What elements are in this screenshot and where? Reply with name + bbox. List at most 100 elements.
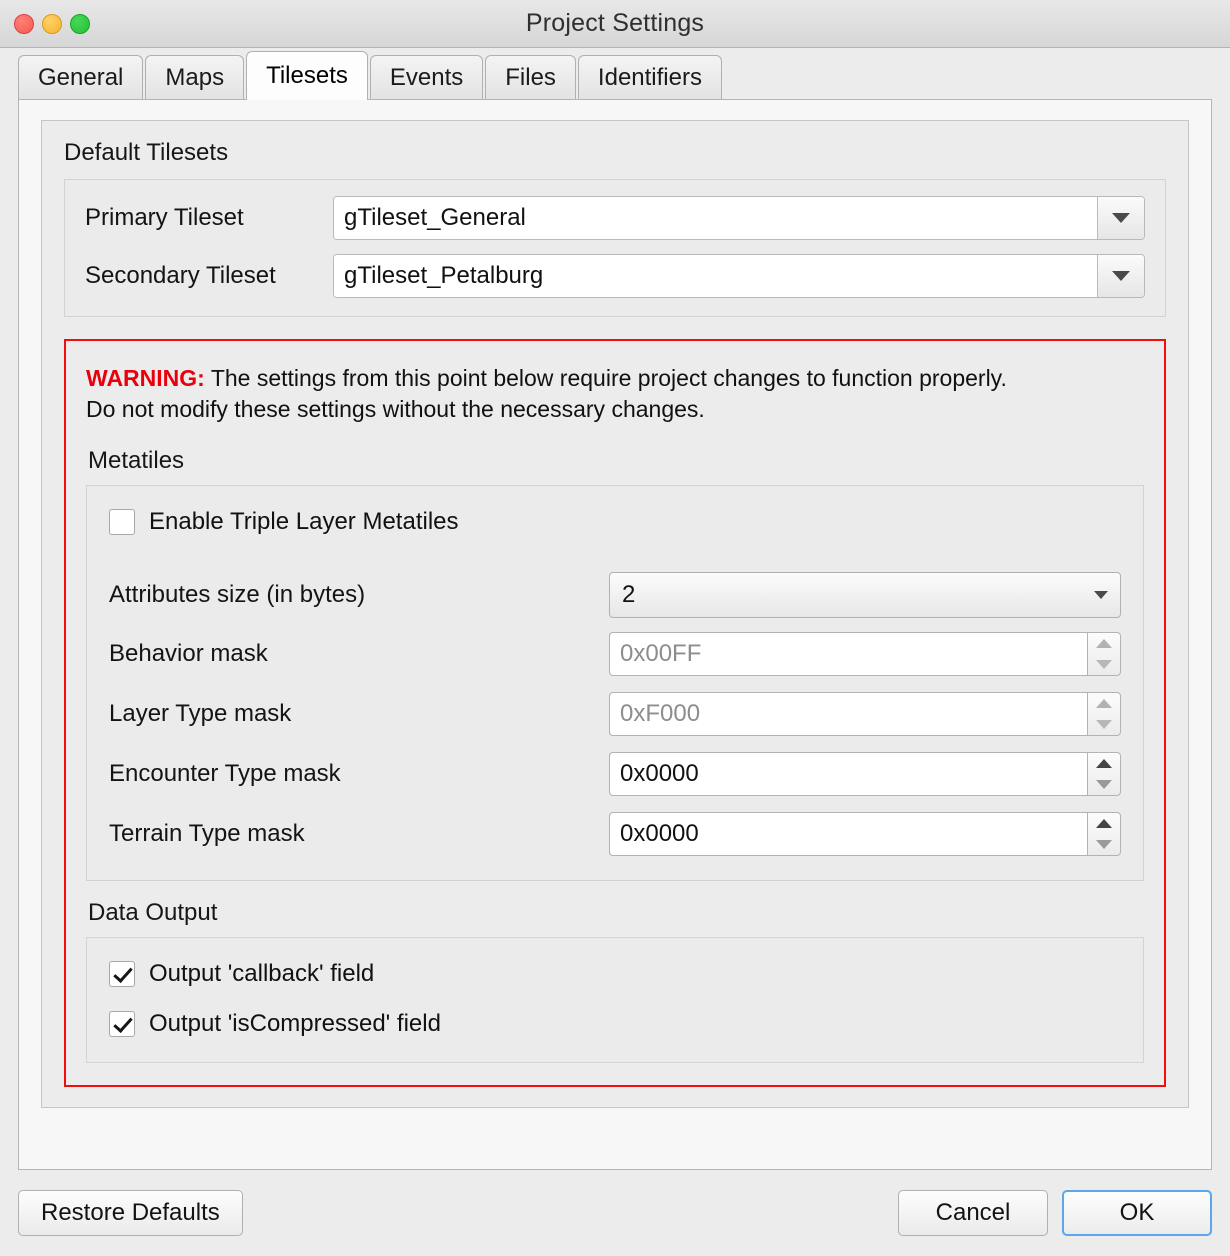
layer-type-mask-stepper[interactable] [1087,691,1121,736]
tab-bar: General Maps Tilesets Events Files Ident… [0,48,1230,100]
metatiles-group: Enable Triple Layer Metatiles Attributes… [86,484,1144,881]
terrain-type-mask-value[interactable]: 0x0000 [609,811,1087,856]
primary-tileset-combobox[interactable]: gTileset_General [333,196,1145,240]
tab-events-label: Events [389,63,464,91]
encounter-type-mask-value[interactable]: 0x0000 [609,751,1087,796]
triangle-down-icon [1096,839,1112,849]
tab-general[interactable]: General [18,55,144,99]
attributes-size-label: Attributes size (in bytes) [109,580,366,608]
layer-type-mask-label: Layer Type mask [109,699,292,727]
cancel-button[interactable]: Cancel [898,1190,1048,1236]
attributes-size-combobox[interactable]: 2 [609,571,1121,618]
chevron-down-icon [1112,213,1130,223]
stepper-down-button[interactable] [1088,774,1120,795]
terrain-type-mask-spinbox[interactable]: 0x0000 [609,811,1121,856]
ok-button[interactable]: OK [1062,1190,1212,1236]
default-tilesets-group: Default Tilesets Primary Tileset gTilese… [41,120,1189,1108]
triangle-up-icon [1096,638,1112,648]
tab-files[interactable]: Files [485,55,576,99]
stepper-up-button[interactable] [1088,693,1120,714]
secondary-tileset-row: Secondary Tileset gTileset_Petalburg [85,254,1145,298]
terrain-type-mask-stepper[interactable] [1087,811,1121,856]
behavior-mask-stepper[interactable] [1087,631,1121,676]
warning-message: WARNING: The settings from this point be… [86,363,1144,425]
data-output-group: Output 'callback' field Output 'isCompre… [86,936,1144,1063]
behavior-mask-value[interactable]: 0x00FF [609,631,1087,676]
triangle-down-icon [1096,659,1112,669]
tab-general-label: General [38,63,124,91]
data-output-section-title: Data Output [88,898,218,926]
chevron-down-icon [1094,590,1108,599]
title-bar: Project Settings [0,0,1230,48]
metatiles-section-title: Metatiles [88,446,185,474]
window-controls [14,13,90,34]
default-tilesets-title: Default Tilesets [64,139,229,166]
stepper-up-button[interactable] [1088,753,1120,774]
layer-type-mask-spinbox[interactable]: 0xF000 [609,691,1121,736]
tab-tilesets-label: Tilesets [266,62,348,89]
secondary-tileset-dropdown-button[interactable] [1097,255,1144,297]
triangle-down-icon [1096,779,1112,789]
warning-line-1: The settings from this point below requi… [210,365,1007,391]
enable-triple-layer-metatiles-checkbox[interactable] [109,508,135,535]
encounter-type-mask-spinbox[interactable]: 0x0000 [609,751,1121,796]
warning-label: WARNING: [86,365,205,391]
tab-events[interactable]: Events [369,55,484,99]
triangle-up-icon [1096,818,1112,828]
primary-tileset-dropdown-button[interactable] [1097,197,1144,239]
primary-tileset-label: Primary Tileset [85,204,244,231]
tab-identifiers-label: Identifiers [597,63,702,91]
tilesets-tab-panel: Default Tilesets Primary Tileset gTilese… [18,99,1212,1170]
triangle-up-icon [1096,758,1112,768]
warning-line-2: Do not modify these settings without the… [86,395,705,422]
layer-type-mask-row: Layer Type mask 0xF000 [109,691,1121,736]
stepper-down-button[interactable] [1088,714,1120,735]
secondary-tileset-label: Secondary Tileset [85,262,276,289]
attributes-size-value: 2 [622,580,636,608]
output-iscompressed-checkbox[interactable] [109,1010,135,1037]
tab-identifiers[interactable]: Identifiers [577,55,722,99]
tab-maps[interactable]: Maps [145,55,245,99]
dialog-actions: Cancel OK [898,1190,1212,1236]
output-callback-row[interactable]: Output 'callback' field [109,960,1121,988]
secondary-tileset-value: gTileset_Petalburg [334,255,1097,297]
output-callback-checkbox[interactable] [109,960,135,987]
behavior-mask-row: Behavior mask 0x00FF [109,631,1121,676]
stepper-up-button[interactable] [1088,633,1120,654]
window-title: Project Settings [525,9,705,37]
stepper-down-button[interactable] [1088,654,1120,675]
output-iscompressed-label: Output 'isCompressed' field [149,1009,441,1037]
output-iscompressed-row[interactable]: Output 'isCompressed' field [109,1010,1121,1038]
triangle-up-icon [1096,698,1112,708]
primary-tileset-row: Primary Tileset gTileset_General [85,196,1145,240]
project-settings-window: Project Settings General Maps Tilesets E… [0,0,1230,1256]
default-tilesets-fields: Primary Tileset gTileset_General Seconda… [64,179,1166,317]
enable-triple-layer-metatiles-row[interactable]: Enable Triple Layer Metatiles [109,508,1121,536]
behavior-mask-label: Behavior mask [109,639,268,667]
encounter-type-mask-stepper[interactable] [1087,751,1121,796]
terrain-type-mask-row: Terrain Type mask 0x0000 [109,811,1121,856]
encounter-type-mask-row: Encounter Type mask 0x0000 [109,751,1121,796]
attributes-size-row: Attributes size (in bytes) 2 [109,571,1121,618]
stepper-down-button[interactable] [1088,834,1120,855]
terrain-type-mask-label: Terrain Type mask [109,819,305,847]
warning-settings-box: WARNING: The settings from this point be… [64,339,1166,1087]
tab-files-label: Files [505,63,556,91]
layer-type-mask-value[interactable]: 0xF000 [609,691,1087,736]
behavior-mask-spinbox[interactable]: 0x00FF [609,631,1121,676]
encounter-type-mask-label: Encounter Type mask [109,759,341,787]
maximize-button[interactable] [70,13,90,34]
restore-defaults-button[interactable]: Restore Defaults [18,1190,243,1236]
triangle-down-icon [1096,719,1112,729]
secondary-tileset-combobox[interactable]: gTileset_Petalburg [333,254,1145,298]
minimize-button[interactable] [42,13,62,34]
dialog-button-bar: Restore Defaults Cancel OK [0,1170,1230,1256]
stepper-up-button[interactable] [1088,813,1120,834]
primary-tileset-value: gTileset_General [334,197,1097,239]
output-callback-label: Output 'callback' field [149,959,375,987]
close-button[interactable] [14,13,34,34]
enable-triple-layer-metatiles-label: Enable Triple Layer Metatiles [149,507,459,535]
tab-tilesets[interactable]: Tilesets [246,51,368,100]
chevron-down-icon [1112,271,1130,281]
tab-maps-label: Maps [165,63,225,91]
